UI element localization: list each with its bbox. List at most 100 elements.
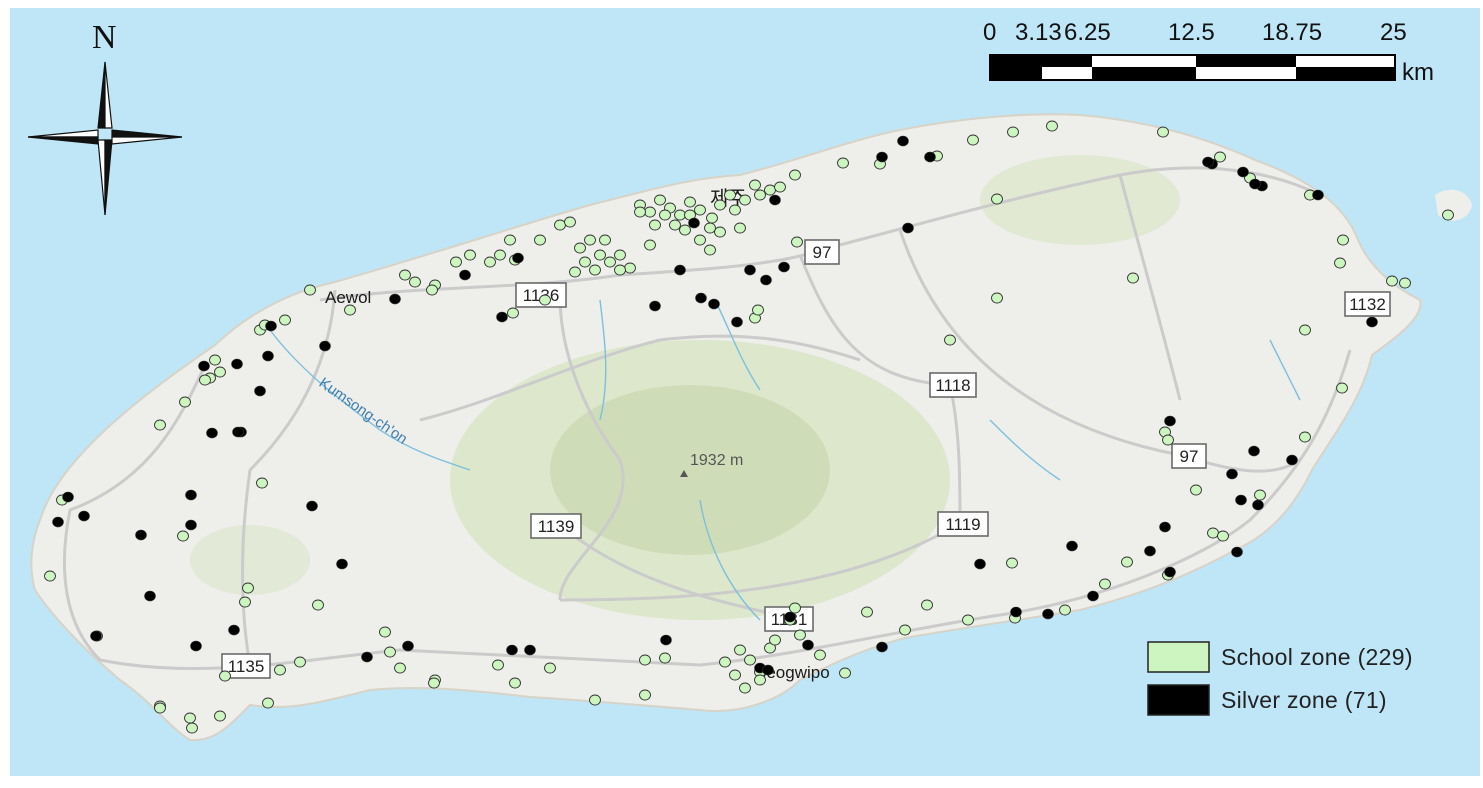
school-zone-marker — [509, 677, 521, 689]
school-zone-marker — [239, 596, 251, 608]
school-zone-marker — [589, 264, 601, 276]
school-zone-marker — [1046, 120, 1058, 132]
school-zone-marker — [394, 662, 406, 674]
silver-zone-marker — [778, 261, 790, 273]
road-shield-97: 97 — [1171, 443, 1207, 469]
school-zone-marker — [177, 530, 189, 542]
peak-label: 1932 m — [690, 452, 743, 469]
school-zone-marker — [644, 239, 656, 251]
school-zone-marker — [399, 269, 411, 281]
school-zone-marker — [749, 179, 761, 191]
school-zone-marker — [344, 304, 356, 316]
school-zone-marker — [694, 204, 706, 216]
silver-zone-marker — [198, 360, 210, 372]
school-zone-marker — [789, 602, 801, 614]
school-zone-marker — [714, 226, 726, 238]
silver-zone-marker — [1231, 546, 1243, 558]
school-zone-marker — [44, 570, 56, 582]
school-zone-marker — [719, 656, 731, 668]
scale-tick-label: 12.5 — [1168, 19, 1215, 46]
svg-text:1139: 1139 — [538, 517, 575, 536]
school-zone-marker — [962, 614, 974, 626]
silver-zone-marker — [744, 264, 756, 276]
school-zone-marker — [739, 194, 751, 206]
school-zone-marker — [921, 599, 933, 611]
school-zone-marker — [991, 193, 1003, 205]
silver-zone-marker — [802, 639, 814, 651]
school-zone-marker — [219, 670, 231, 682]
scale-unit: km — [1402, 59, 1434, 86]
silver-zone-marker — [688, 217, 700, 229]
silver-zone-marker — [206, 427, 218, 439]
silver-zone-marker — [319, 340, 331, 352]
school-zone-marker — [484, 256, 496, 268]
silver-zone-marker — [1237, 166, 1249, 178]
silver-zone-marker — [1235, 494, 1247, 506]
place-label-aewol: Aewol — [325, 288, 371, 307]
school-zone-marker — [739, 682, 751, 694]
school-zone-marker — [186, 722, 198, 734]
school-zone-marker — [507, 307, 519, 319]
school-zone-marker — [492, 659, 504, 671]
road-shield-1132: 1132 — [1344, 291, 1391, 317]
silver-zone-marker — [78, 510, 90, 522]
school-zone-marker — [1337, 234, 1349, 246]
school-zone-marker — [379, 626, 391, 638]
school-zone-marker — [659, 209, 671, 221]
silver-zone-marker — [1248, 445, 1260, 457]
school-zone-marker — [554, 219, 566, 231]
legend-swatch-silver — [1147, 684, 1210, 716]
school-zone-marker — [544, 662, 556, 674]
school-zone-marker — [242, 582, 254, 594]
school-zone-marker — [574, 242, 586, 254]
school-zone-marker — [724, 189, 736, 201]
scale-tick-label: 25 — [1380, 19, 1407, 46]
silver-zone-marker — [1249, 178, 1261, 190]
school-zone-marker — [654, 194, 666, 206]
school-zone-marker — [154, 419, 166, 431]
silver-zone-marker — [361, 651, 373, 663]
silver-zone-marker — [185, 519, 197, 531]
school-zone-marker — [1007, 126, 1019, 138]
school-zone-marker — [744, 654, 756, 666]
school-zone-marker — [774, 181, 786, 193]
silver-zone-marker — [762, 664, 774, 676]
silver-zone-marker — [1164, 415, 1176, 427]
school-zone-marker — [704, 244, 716, 256]
school-zone-marker — [814, 649, 826, 661]
school-zone-marker — [179, 396, 191, 408]
svg-text:1132: 1132 — [1349, 295, 1386, 314]
school-zone-marker — [839, 667, 851, 679]
school-zone-marker — [714, 199, 726, 211]
school-zone-marker — [304, 284, 316, 296]
school-zone-marker — [604, 256, 616, 268]
svg-text:97: 97 — [813, 243, 832, 262]
silver-zone-marker — [695, 292, 707, 304]
north-label: N — [92, 19, 117, 56]
zone-map: Aewol 제주 Seogwipo 1932 m Kumsong-ch'on 9… — [10, 8, 1480, 776]
school-zone-marker — [1299, 324, 1311, 336]
silver-zone-marker — [524, 644, 536, 656]
school-zone-marker — [729, 204, 741, 216]
silver-zone-marker — [1164, 566, 1176, 578]
school-zone-marker — [614, 249, 626, 261]
school-zone-marker — [752, 304, 764, 316]
school-zone-marker — [1006, 557, 1018, 569]
school-zone-marker — [639, 654, 651, 666]
school-zone-marker — [634, 206, 646, 218]
scale-tick-label: 0 — [983, 19, 996, 46]
legend-label-school: School zone (229) — [1221, 644, 1413, 670]
school-zone-marker — [899, 624, 911, 636]
school-zone-marker — [1336, 382, 1348, 394]
school-zone-marker — [589, 694, 601, 706]
school-zone-marker — [1059, 604, 1071, 616]
svg-text:1119: 1119 — [945, 515, 980, 534]
silver-zone-marker — [902, 222, 914, 234]
scale-tick-label: 6.25 — [1064, 19, 1111, 46]
silver-zone-marker — [389, 293, 401, 305]
silver-zone-marker — [1286, 454, 1298, 466]
halla-summit — [550, 385, 830, 555]
school-zone-marker — [262, 697, 274, 709]
school-zone-marker — [614, 264, 626, 276]
school-zone-marker — [624, 262, 636, 274]
